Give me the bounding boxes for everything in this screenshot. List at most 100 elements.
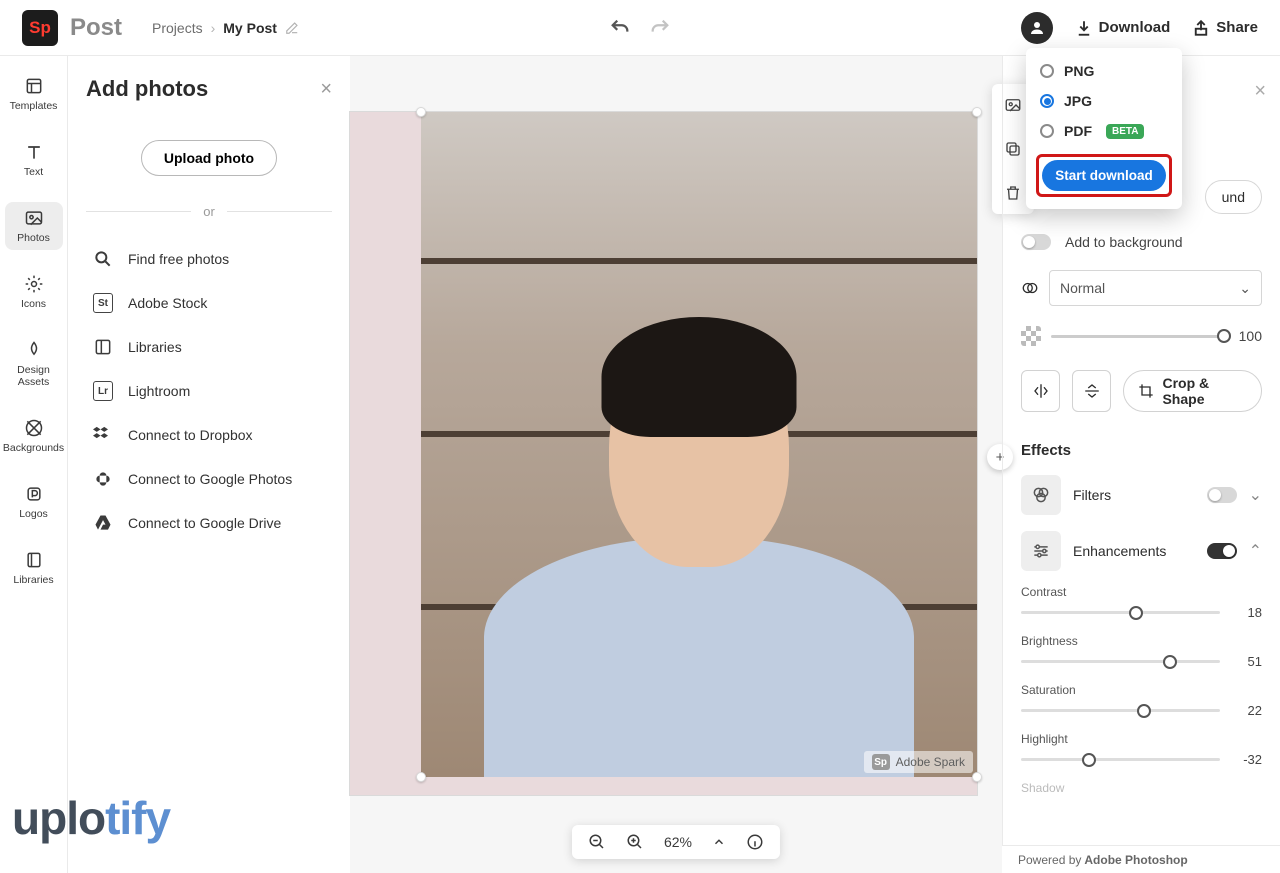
chevron-up-icon: ⌃ [1249, 541, 1262, 561]
search-icon [92, 248, 114, 270]
rail-label: Text [24, 166, 43, 178]
download-option-label: PDF [1064, 123, 1092, 139]
source-libraries[interactable]: Libraries [86, 325, 332, 369]
slider-label: Highlight [1021, 732, 1262, 746]
dropbox-icon [92, 424, 114, 446]
blend-mode-select[interactable]: Normal ⌄ [1049, 270, 1262, 306]
rail-design-assets[interactable]: Design Assets [5, 334, 63, 394]
icons-icon [24, 274, 44, 294]
source-adobe-stock[interactable]: St Adobe Stock [86, 281, 332, 325]
rail-label: Photos [17, 232, 50, 244]
enhancements-row[interactable]: Enhancements ⌃ [1021, 531, 1262, 571]
footer: Powered by Adobe Photoshop [1002, 845, 1280, 873]
source-lightroom[interactable]: Lr Lightroom [86, 369, 332, 413]
rail-libraries[interactable]: Libraries [5, 544, 63, 592]
zoom-in-button[interactable] [626, 833, 644, 851]
zoom-out-button[interactable] [588, 833, 606, 851]
add-to-background-row[interactable]: Add to background [1021, 234, 1262, 250]
close-right-panel-button[interactable]: × [1254, 80, 1266, 103]
rail-logos[interactable]: Logos [5, 478, 63, 526]
highlight-slider[interactable] [1021, 758, 1220, 761]
chevron-right-icon: › [211, 20, 216, 36]
slider-label: Contrast [1021, 585, 1262, 599]
rail-backgrounds[interactable]: Backgrounds [5, 412, 63, 460]
flip-horizontal-button[interactable] [1021, 370, 1060, 412]
rail-photos[interactable]: Photos [5, 202, 63, 250]
remove-background-button[interactable]: und [1205, 180, 1262, 214]
selection-handle[interactable] [972, 107, 982, 117]
download-label: Download [1099, 19, 1171, 36]
flip-vertical-button[interactable] [1072, 370, 1111, 412]
rail-label: Libraries [13, 574, 53, 586]
wm-part2: tify [105, 792, 170, 844]
rail-icons[interactable]: Icons [5, 268, 63, 316]
start-download-button[interactable]: Start download [1042, 160, 1166, 191]
add-to-background-toggle[interactable] [1021, 234, 1051, 250]
upload-photo-button[interactable]: Upload photo [141, 140, 277, 176]
download-option-pdf[interactable]: PDF BETA [1036, 116, 1172, 146]
source-google-photos[interactable]: Connect to Google Photos [86, 457, 332, 501]
download-menu: PNG JPG PDF BETA Start download [1026, 48, 1182, 209]
wm-part1: uplo [12, 792, 105, 844]
saturation-slider[interactable] [1021, 709, 1220, 712]
opacity-slider[interactable] [1051, 335, 1224, 338]
artboard[interactable]: Sp Adobe Spark + [350, 112, 977, 795]
source-label: Connect to Google Photos [128, 471, 292, 487]
slider-value: 51 [1230, 654, 1262, 669]
adobe-spark-logo: Sp [22, 10, 58, 46]
share-button[interactable]: Share [1192, 19, 1258, 37]
crop-icon [1138, 383, 1154, 399]
zoom-value: 62% [664, 834, 692, 850]
crop-shape-button[interactable]: Crop & Shape [1123, 370, 1262, 412]
source-dropbox[interactable]: Connect to Dropbox [86, 413, 332, 457]
redo-button[interactable] [649, 17, 671, 39]
brightness-slider[interactable] [1021, 660, 1220, 663]
rail-label: Icons [21, 298, 46, 310]
rail-text[interactable]: Text [5, 136, 63, 184]
highlight-slider-row: Highlight -32 [1021, 732, 1262, 767]
selection-handle[interactable] [416, 107, 426, 117]
rail-label: Backgrounds [3, 442, 64, 454]
contrast-slider[interactable] [1021, 611, 1220, 614]
crop-label: Crop & Shape [1162, 375, 1247, 407]
source-label: Connect to Google Drive [128, 515, 281, 531]
enhancements-icon [1021, 531, 1061, 571]
source-label: Find free photos [128, 251, 229, 267]
info-button[interactable] [746, 833, 764, 851]
radio-selected-icon [1040, 94, 1054, 108]
filters-toggle[interactable] [1207, 487, 1237, 503]
logos-icon [24, 484, 44, 504]
source-google-drive[interactable]: Connect to Google Drive [86, 501, 332, 545]
libraries-icon [92, 336, 114, 358]
download-option-png[interactable]: PNG [1036, 56, 1172, 86]
slider-value: -32 [1230, 752, 1262, 767]
source-label: Connect to Dropbox [128, 427, 253, 443]
download-button[interactable]: Download [1075, 19, 1171, 37]
panel-title: Add photos [86, 76, 208, 102]
filters-label: Filters [1073, 487, 1195, 503]
watermark-text: Adobe Spark [896, 755, 965, 769]
close-panel-button[interactable]: × [320, 78, 332, 101]
enhancements-toggle[interactable] [1207, 543, 1237, 559]
download-icon [1075, 19, 1093, 37]
rail-label: Design Assets [9, 364, 59, 388]
selection-handle[interactable] [416, 772, 426, 782]
source-label: Libraries [128, 339, 182, 355]
contrast-slider-row: Contrast 18 [1021, 585, 1262, 620]
beta-badge: BETA [1106, 124, 1144, 139]
rail-label: Logos [19, 508, 48, 520]
photo-on-canvas[interactable]: Sp Adobe Spark [421, 112, 977, 777]
selection-handle[interactable] [972, 772, 982, 782]
breadcrumb-root[interactable]: Projects [152, 20, 203, 36]
undo-button[interactable] [609, 17, 631, 39]
source-find-free-photos[interactable]: Find free photos [86, 237, 332, 281]
source-label: Lightroom [128, 383, 190, 399]
zoom-fit-button[interactable] [712, 835, 726, 849]
rail-templates[interactable]: Templates [5, 70, 63, 118]
edit-title-icon[interactable] [285, 21, 299, 35]
invite-avatar-button[interactable] [1021, 12, 1053, 44]
add-to-background-label: Add to background [1065, 234, 1183, 250]
text-icon [24, 142, 44, 162]
download-option-jpg[interactable]: JPG [1036, 86, 1172, 116]
filters-row[interactable]: Filters ⌄ [1021, 475, 1262, 515]
